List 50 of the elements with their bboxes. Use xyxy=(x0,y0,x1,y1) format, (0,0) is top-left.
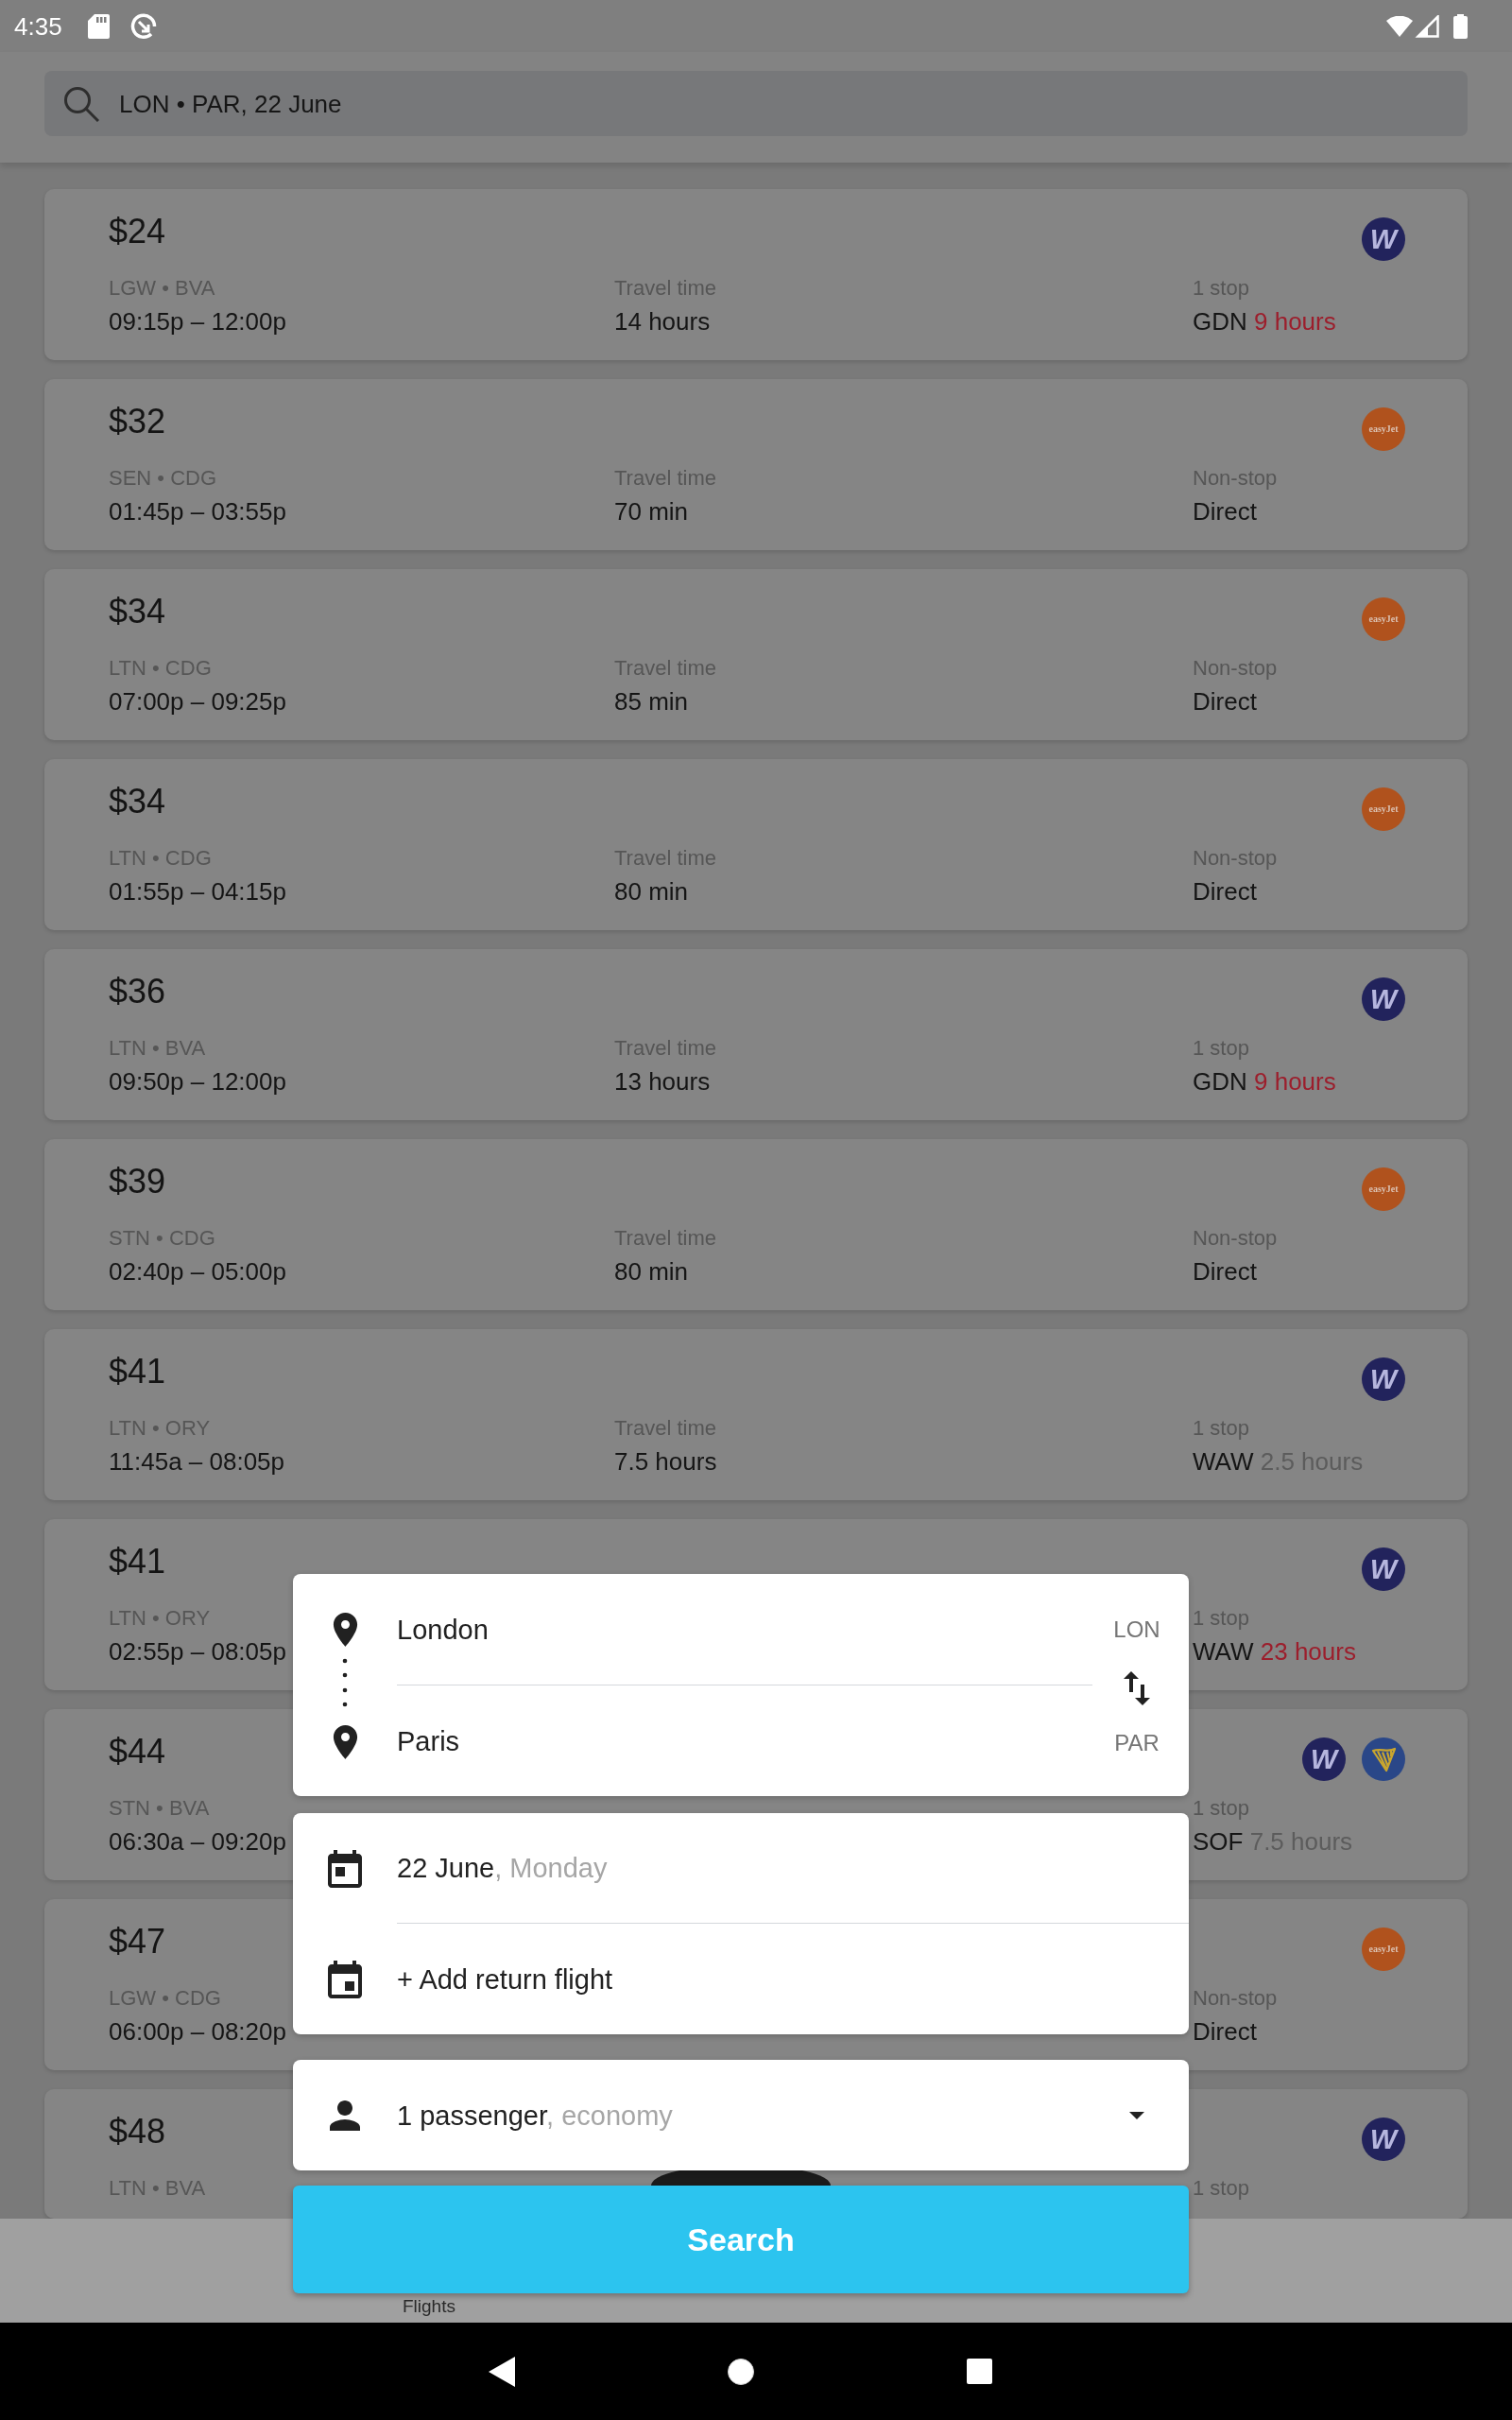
flight-price: $24 xyxy=(109,211,166,252)
airport-code: LON xyxy=(1113,1616,1160,1644)
flight-price: $47 xyxy=(109,1921,166,1962)
status-time: 4:35 xyxy=(14,11,62,41)
travel-time: 7.5 hours xyxy=(614,1446,717,1478)
flight-price: $34 xyxy=(109,781,166,822)
flight-times: 09:15p – 12:00p xyxy=(109,306,286,337)
flight-times: 02:40p – 05:00p xyxy=(109,1256,286,1288)
airline-logo: easyJet xyxy=(1362,597,1405,641)
airline-logo: easyJet xyxy=(1362,407,1405,451)
stop-detail: Direct xyxy=(1193,2016,1257,2048)
stop-detail: GDN 9 hours xyxy=(1193,1066,1336,1098)
airport-code: PAR xyxy=(1114,1729,1160,1757)
airline-logo: W xyxy=(1362,1357,1405,1401)
stop-detail: Direct xyxy=(1193,876,1257,908)
airline-logo: W xyxy=(1362,217,1405,261)
flight-price: $36 xyxy=(109,971,166,1012)
flight-price: $32 xyxy=(109,401,166,442)
flight-times: 01:55p – 04:15p xyxy=(109,876,286,908)
flight-times: 09:50p – 12:00p xyxy=(109,1066,286,1098)
flight-times: 11:45a – 08:05p xyxy=(109,1446,285,1478)
airline-logo: W xyxy=(1362,977,1405,1021)
flight-times: 07:00p – 09:25p xyxy=(109,686,286,717)
flight-price: $44 xyxy=(109,1731,166,1772)
flight-price: $39 xyxy=(109,1161,166,1202)
stop-detail: Direct xyxy=(1193,1256,1257,1288)
travel-time: 70 min xyxy=(614,496,689,527)
airline-logo: W xyxy=(1362,2118,1405,2161)
flight-price: $41 xyxy=(109,1351,166,1392)
stop-detail: Direct xyxy=(1193,496,1257,527)
airline-logo: easyJet xyxy=(1362,1927,1405,1971)
travel-time: 85 min xyxy=(614,686,689,717)
flight-price: $41 xyxy=(109,1541,166,1582)
flight-times: 02:55p – 08:05p xyxy=(109,1636,286,1668)
travel-time: 14 hours xyxy=(614,306,711,337)
travel-time: 13 hours xyxy=(614,1066,711,1098)
flight-times: 06:00p – 08:20p xyxy=(109,2016,286,2048)
travel-time: 80 min xyxy=(614,1256,689,1288)
flight-times: 06:30a – 09:20p xyxy=(109,1826,286,1858)
flight-price: $34 xyxy=(109,591,166,632)
flight-price: $48 xyxy=(109,2111,166,2152)
airline-logo: W xyxy=(1302,1737,1346,1781)
travel-time: 80 min xyxy=(614,876,689,908)
stop-detail: WAW 23 hours xyxy=(1193,1636,1356,1668)
airline-logo: easyJet xyxy=(1362,1167,1405,1211)
airline-logo: W xyxy=(1362,1547,1405,1591)
airline-logo: easyJet xyxy=(1362,787,1405,831)
stop-detail: Direct xyxy=(1193,686,1257,717)
stop-detail: GDN 9 hours xyxy=(1193,306,1336,337)
flight-times: 01:45p – 03:55p xyxy=(109,496,286,527)
